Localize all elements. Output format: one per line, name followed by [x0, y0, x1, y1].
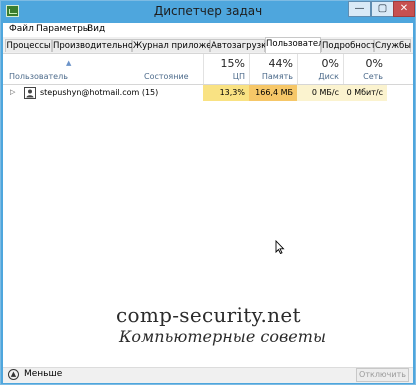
column-disk-header[interactable]: 0% Диск — [297, 54, 343, 84]
footer-bar: ▲ Меньше Отключить — [3, 367, 413, 383]
row-network-value: 0 Мбит/с — [343, 85, 387, 101]
tab-performance[interactable]: Производительность — [52, 39, 148, 52]
row-cpu-value: 13,3% — [203, 85, 249, 101]
sort-arrow-icon: ▲ — [66, 59, 72, 67]
user-icon — [24, 87, 36, 99]
collapse-details-icon[interactable]: ▲ — [8, 369, 19, 380]
expand-chevron-icon[interactable]: ▷ — [10, 88, 15, 96]
title-bar[interactable]: Диспетчер задач — ▢ ✕ — [1, 1, 415, 23]
disk-header-label: Диск — [318, 72, 339, 81]
cpu-total-percent: 15% — [220, 57, 245, 70]
memory-total-percent: 44% — [268, 57, 293, 70]
memory-header-label: Память — [261, 72, 293, 81]
watermark-url: comp-security.net — [116, 303, 301, 327]
tab-processes[interactable]: Процессы — [5, 39, 52, 52]
user-name: stepushyn@hotmail.com (15) — [40, 88, 159, 97]
tab-services[interactable]: Службы — [374, 39, 411, 52]
disconnect-button[interactable]: Отключить — [356, 368, 409, 382]
maximize-button[interactable]: ▢ — [371, 1, 394, 17]
network-header-label: Сеть — [363, 72, 383, 81]
client-area: Файл Параметры Вид Процессы Производител… — [3, 23, 413, 383]
tab-users[interactable]: Пользователи — [265, 37, 329, 53]
column-headers: ▲ Пользователь Состояние 15% ЦП 44% Памя… — [3, 54, 413, 85]
tab-bar: Процессы Производительность Журнал прило… — [3, 37, 413, 54]
tab-app-history[interactable]: Журнал приложений — [132, 39, 228, 52]
column-status-header[interactable]: Состояние — [144, 72, 189, 81]
column-user-header[interactable]: Пользователь — [9, 72, 68, 81]
fewer-details-link[interactable]: Меньше — [24, 369, 62, 379]
column-cpu-header[interactable]: 15% ЦП — [203, 54, 249, 84]
menu-file[interactable]: Файл — [9, 24, 34, 34]
column-memory-header[interactable]: 44% Память — [249, 54, 297, 84]
close-button[interactable]: ✕ — [393, 1, 415, 17]
row-memory-value: 166,4 МБ — [249, 85, 297, 101]
tab-startup[interactable]: Автозагрузка — [210, 39, 271, 52]
menu-options[interactable]: Параметры — [36, 24, 90, 34]
mouse-cursor-icon — [275, 240, 285, 254]
minimize-button[interactable]: — — [348, 1, 371, 17]
tab-details[interactable]: Подробности — [321, 39, 381, 52]
disk-total-percent: 0% — [321, 57, 339, 70]
menu-bar: Файл Параметры Вид — [3, 23, 413, 37]
menu-view[interactable]: Вид — [87, 24, 105, 34]
network-total-percent: 0% — [365, 57, 383, 70]
row-disk-value: 0 МБ/с — [297, 85, 343, 101]
column-network-header[interactable]: 0% Сеть — [343, 54, 387, 84]
watermark-subtitle: Компьютерные советы — [119, 327, 326, 346]
cpu-header-label: ЦП — [232, 72, 245, 81]
task-manager-window: Диспетчер задач — ▢ ✕ Файл Параметры Вид… — [0, 0, 416, 385]
table-row[interactable]: ▷ stepushyn@hotmail.com (15) 13,3% 166,4… — [3, 85, 413, 101]
